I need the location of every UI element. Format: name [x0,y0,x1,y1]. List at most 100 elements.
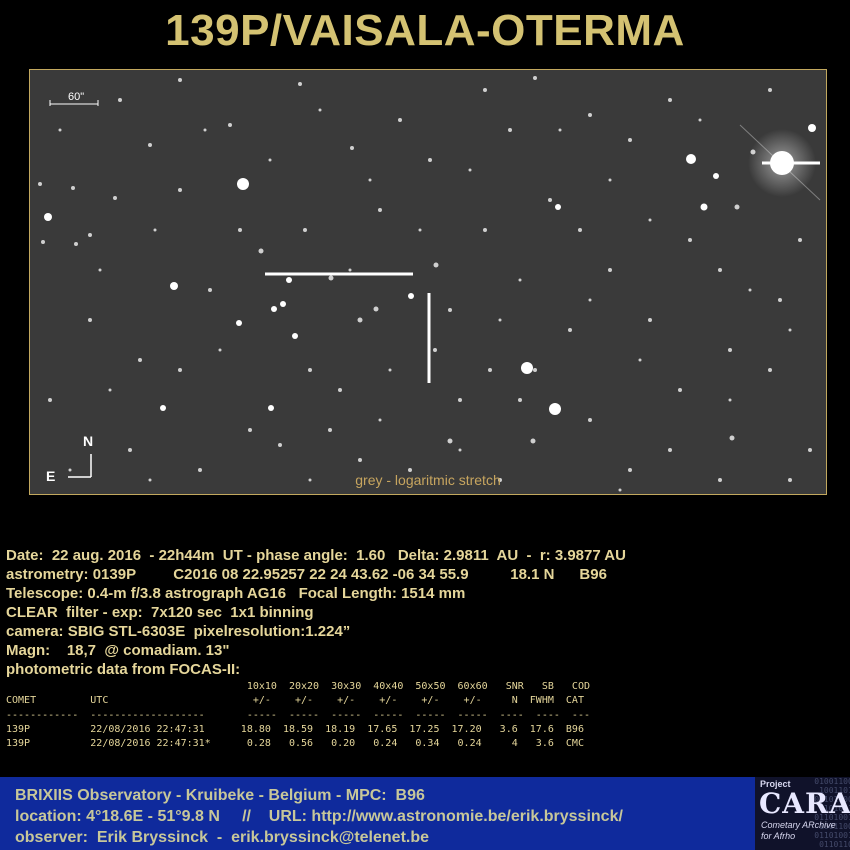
star [728,348,732,352]
star [38,182,42,186]
star [88,318,92,322]
star [608,178,612,182]
star [98,268,102,272]
star [808,448,812,452]
star [788,328,792,332]
page-title: 139P/VAISALA-OTERMA [165,6,685,55]
star [458,448,462,452]
star [178,78,182,82]
star [521,362,533,374]
star [608,268,612,272]
star [208,288,212,292]
star [628,138,632,142]
star [718,268,722,272]
star [518,398,522,402]
star [338,388,342,392]
star [178,188,182,192]
logo-name: CARA [759,787,850,820]
star [678,388,682,392]
star [518,278,522,282]
star [278,443,282,447]
star [71,186,75,190]
star [488,368,492,372]
scale-label: 60" [68,91,85,103]
logo-subtitle-2: for Afrho [761,831,796,841]
footer-location-url: location: 4°18.6E - 51°9.8 N // URL: htt… [15,808,623,825]
star [588,418,592,422]
star [160,405,166,411]
star [58,128,62,132]
star [138,358,142,362]
star [698,118,702,122]
star [668,98,672,102]
compass-north-label: N [83,433,94,449]
comet-image: 60" N E grey - logaritmic stretch [29,69,827,495]
star [555,204,561,210]
star [88,233,92,237]
star [280,301,286,307]
star [44,213,52,221]
star [308,368,312,372]
star [378,208,382,212]
footer-observatory: BRIXIIS Observatory - Kruibeke - Belgium… [15,787,425,804]
observation-info: Date: 22 aug. 2016 - 22h44m UT - phase a… [6,546,846,679]
info-astrometry-line: astrometry: 0139P C2016 08 22.95257 22 2… [6,566,607,583]
star [686,154,696,164]
star [118,98,122,102]
star [483,88,487,92]
star [113,196,117,200]
star [648,218,652,222]
star [568,328,572,332]
star [638,358,642,362]
star [798,238,802,242]
star [153,228,157,232]
star [218,348,222,352]
logo-subtitle-1: Cometary ARchive [761,820,836,830]
star [729,435,735,441]
star [388,368,392,372]
star [48,398,52,402]
star [700,203,708,211]
star [298,82,302,86]
footer-observer: observer: Erik Bryssinck - erik.bryssinc… [15,829,430,846]
star [768,368,772,372]
star [713,173,719,179]
star [237,178,249,190]
star [148,143,152,147]
star [508,128,512,132]
image-caption: grey - logaritmic stretch [355,472,501,488]
photometry-separator: ------------ ------------------- ----- -… [6,709,590,721]
star [588,113,592,117]
info-photometry-heading: photometric data from FOCAS-II: [6,661,241,678]
star [328,275,334,281]
star [548,198,552,202]
star [108,388,112,392]
observatory-footer: BRIXIIS Observatory - Kruibeke - Belgium… [0,777,850,850]
star [378,418,382,422]
bright-star [739,124,821,201]
info-filter-line: CLEAR filter - exp: 7x120 sec 1x1 binnin… [6,604,314,621]
star [578,228,582,232]
info-camera-line: camera: SBIG STL-6303E pixelresolution:1… [6,623,351,640]
star [728,398,732,402]
photometry-header-1: 10x10 20x20 30x30 40x40 50x50 60x60 SNR … [6,681,590,692]
star [668,448,672,452]
star [236,320,242,326]
star [41,240,45,244]
star [292,333,298,339]
star [648,318,652,322]
photometry-header-2: COMET UTC +/- +/- +/- +/- +/- +/- N FWHM… [6,695,584,707]
star [734,204,740,210]
star [170,282,178,290]
star [533,368,537,372]
star [433,348,437,352]
star [350,146,354,150]
photometry-row: 139P 22/08/2016 22:47:31* 0.28 0.56 0.20… [6,738,584,750]
star [768,88,772,92]
star [398,118,402,122]
star [778,298,782,302]
star [74,242,78,246]
star [328,428,332,432]
star [483,228,487,232]
star [748,288,752,292]
